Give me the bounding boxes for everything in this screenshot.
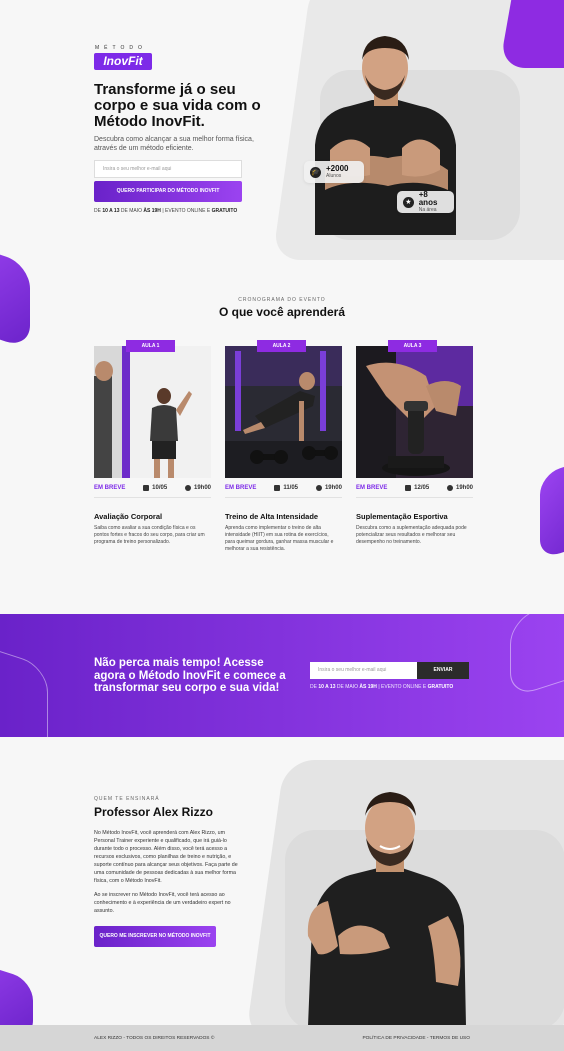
star-icon: ★ [403,196,414,208]
class-description: Saiba como avaliar a sua condição física… [94,525,205,545]
class-time: 19h00 [193,485,211,491]
class-1-photo [94,346,211,478]
calendar-icon [405,485,412,491]
class-status: EM BREVE [94,485,126,491]
schedule-title: O que você aprenderá [218,305,346,319]
professor-cta-button[interactable]: QUERO ME INSCREVER NO MÉTODO INOVFIT [94,926,216,947]
right-decoration-blob [540,455,564,560]
class-status: EM BREVE [356,485,388,491]
class-2-photo [225,346,342,478]
professor-name: Professor Alex Rizzo [94,805,213,819]
hero-section: MÉTODO InovFit Transforme já o seu corpo… [0,0,564,270]
schedule-eyebrow: CRONOGRAMA DO EVENTO [238,297,326,303]
cta-band-title: Não perca mais tempo! Acesse agora o Mét… [94,657,286,694]
footer-copyright: ALEX RIZZO - TODOS OS DIREITOS RESERVADO… [94,1036,215,1041]
band-decoration-left [0,641,48,737]
class-description: Descubra como a suplementação adequada p… [356,525,467,545]
class-tag: AULA 2 [257,340,306,352]
class-date: 11/05 [283,485,298,491]
logo-brand: InovFit [94,53,152,70]
class-title: Treino de Alta Intensidade [225,512,319,521]
class-status: EM BREVE [225,485,257,491]
class-title: Avaliação Corporal [94,512,163,521]
band-decoration-right [510,614,564,699]
cta-band: Não perca mais tempo! Acesse agora o Mét… [0,614,564,737]
class-title: Suplementação Esportiva [356,512,448,521]
class-meta: EM BREVE 12/05 19h00 [356,485,473,491]
professor-eyebrow: QUEM TE ENSINARÁ [94,796,160,802]
class-meta: EM BREVE 10/05 19h00 [94,485,211,491]
class-time: 19h00 [455,485,473,491]
class-3-photo [356,346,473,478]
send-button[interactable]: ENVIAR [417,662,469,679]
graduation-cap-icon: 🎓 [310,166,321,178]
badge-years: ★ +8 anos Na área [397,191,454,213]
footer: ALEX RIZZO - TODOS OS DIREITOS RESERVADO… [0,1025,564,1051]
logo-eyebrow: MÉTODO [95,45,147,51]
hero-email-input[interactable]: Insira o seu melhor e-mail aqui [94,160,242,178]
divider [225,497,342,498]
cta-event-date: DE 10 A 13 DE MAIO ÀS 19H | EVENTO ONLIN… [310,684,454,690]
hero-subtitle: Descubra como alcançar a sua melhor form… [94,136,254,152]
hero-event-date: DE 10 A 13 DE MAIO ÀS 19H | EVENTO ONLIN… [94,208,238,214]
badge-students: 🎓 +2000 Alunos [304,161,364,183]
corner-decoration [499,0,564,68]
class-time: 19h00 [324,485,342,491]
class-description: Aprenda como implementar o treino de alt… [225,525,334,552]
divider [356,497,473,498]
professor-bio-2: Ao se inscrever no Método InovFit, você … [94,892,231,914]
class-tag: AULA 3 [388,340,437,352]
professor-photo [307,792,466,1026]
class-meta: EM BREVE 11/05 19h00 [225,485,342,491]
hero-cta-button[interactable]: QUERO PARTICIPAR DO MÉTODO INOVFIT [94,181,242,202]
class-date: 10/05 [152,485,168,491]
clock-icon [446,485,453,491]
divider [94,497,211,498]
calendar-icon [143,485,150,491]
professor-bio-1: No Método InovFit, você aprenderá com Al… [94,830,238,884]
clock-icon [184,485,191,491]
cta-email-input[interactable]: Insira o seu melhor e-mail aqui [310,662,417,679]
clock-icon [315,485,322,491]
hero-title: Transforme já o seu corpo e sua vida com… [94,81,261,130]
calendar-icon [274,485,281,491]
class-tag: AULA 1 [126,340,175,352]
class-date: 12/05 [414,485,430,491]
footer-links[interactable]: POLÍTICA DE PRIVACIDADE - TERMOS DE USO [362,1036,470,1041]
